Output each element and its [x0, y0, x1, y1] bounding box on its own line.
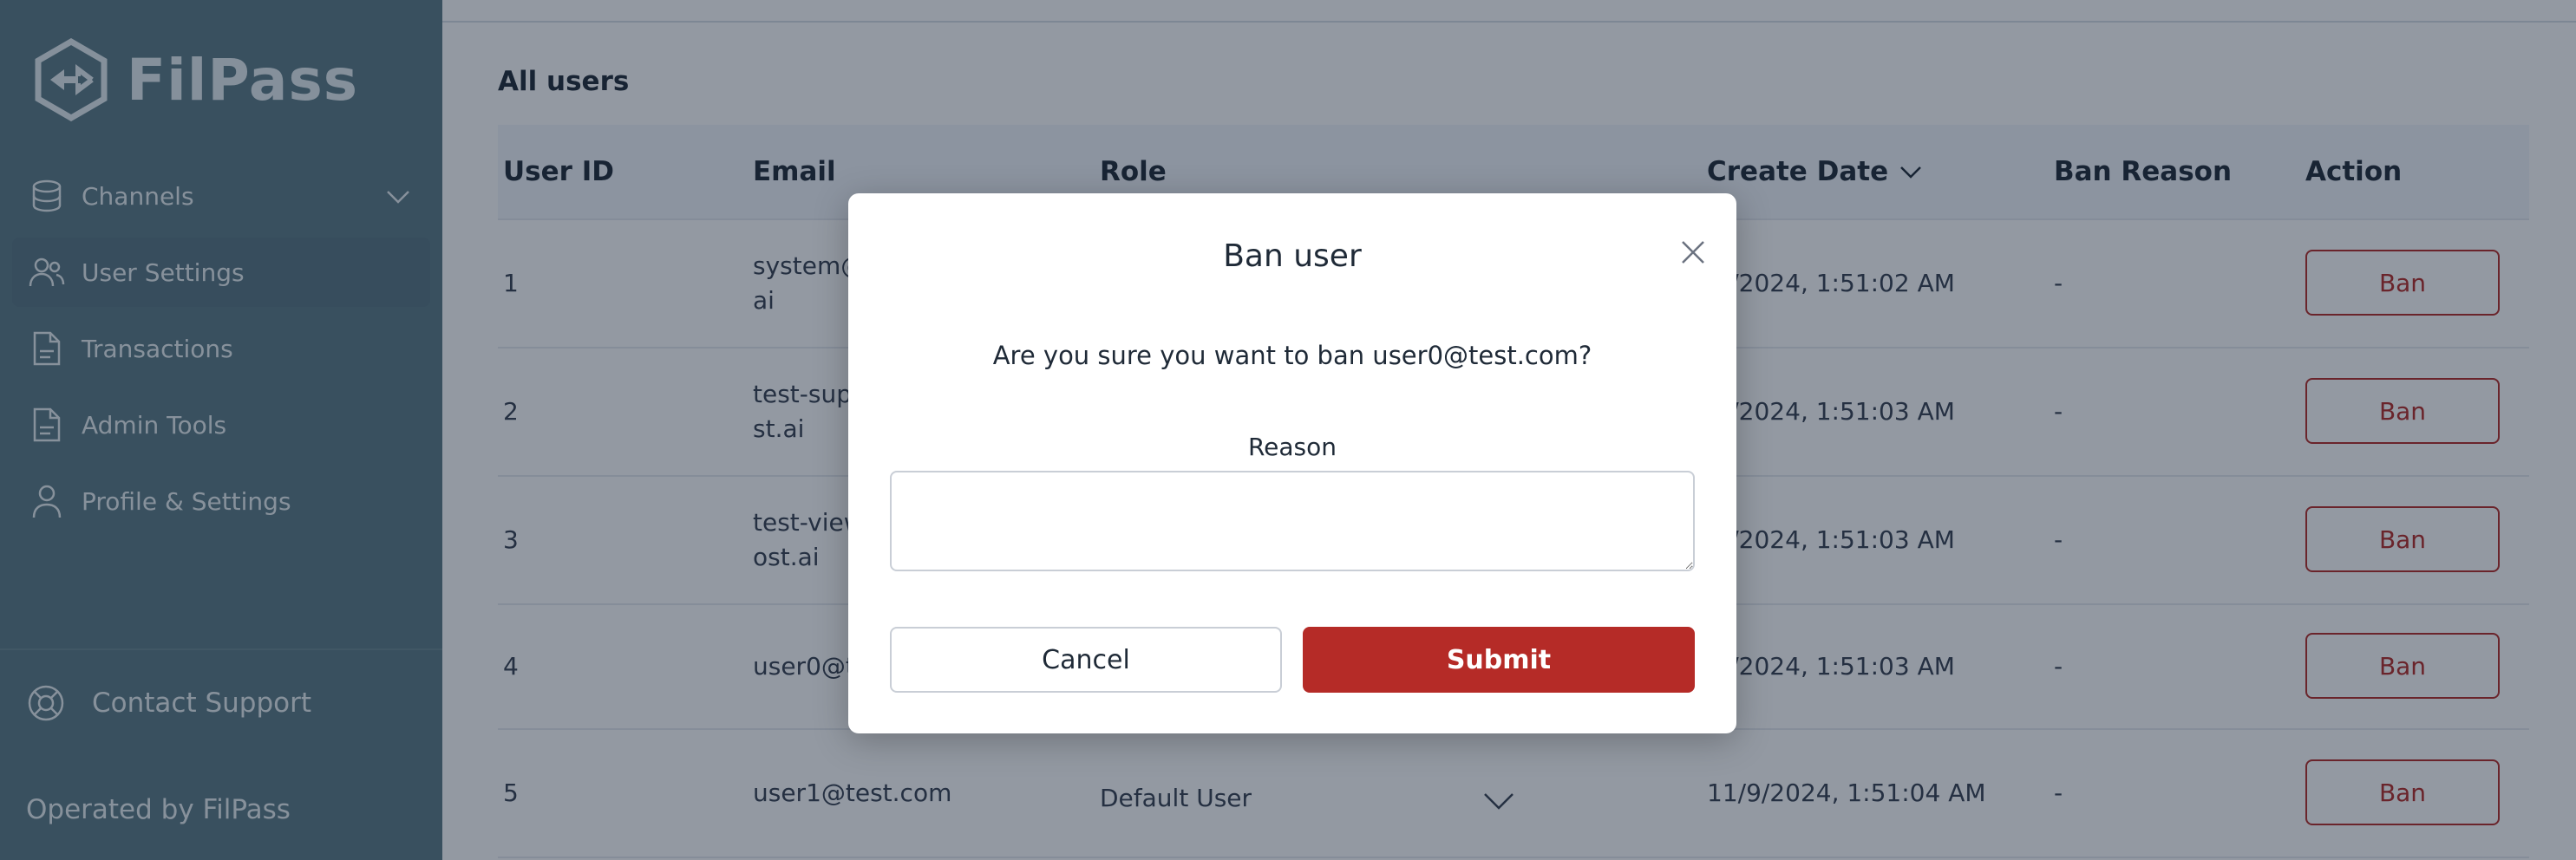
ban-user-dialog: Ban user Are you sure you want to ban us…	[848, 193, 1736, 733]
close-icon[interactable]	[1676, 235, 1710, 270]
submit-button[interactable]: Submit	[1303, 627, 1695, 693]
reason-label: Reason	[1247, 433, 1337, 461]
dialog-title: Ban user	[1223, 238, 1362, 274]
dialog-question: Are you sure you want to ban user0@test.…	[992, 341, 1592, 370]
cancel-button[interactable]: Cancel	[890, 627, 1282, 693]
reason-textarea[interactable]	[890, 471, 1695, 571]
